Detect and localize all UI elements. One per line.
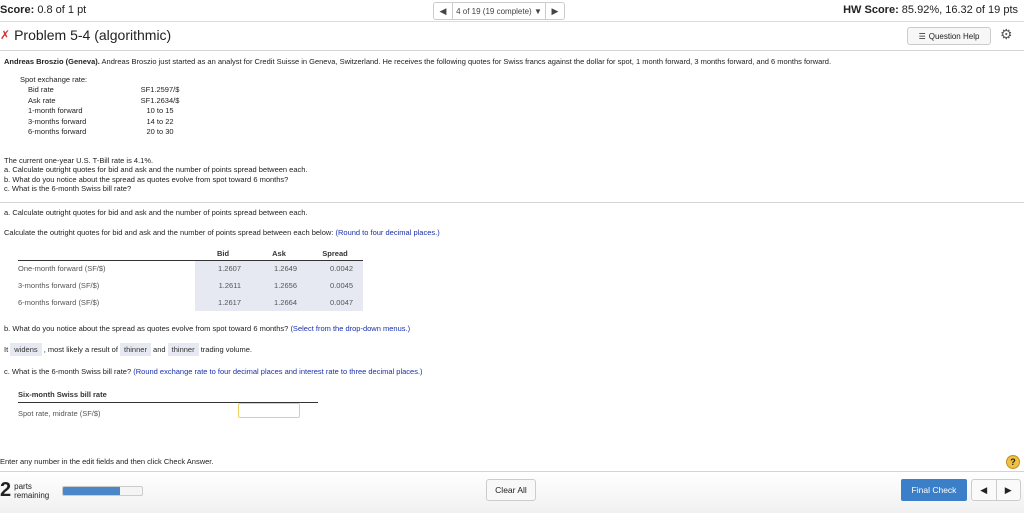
score-label: Score: [0, 4, 35, 16]
remaining-label: remaining [14, 490, 50, 500]
divider [0, 50, 1024, 51]
question-c: c. What is the 6-month Swiss bill rate? [4, 183, 132, 193]
problem-header: ✗ Problem 5-4 (algorithmic) [0, 27, 171, 43]
prev-icon[interactable]: ◀ [972, 480, 996, 500]
row-label: 6-months forward (SF/$) [18, 298, 100, 307]
quote-label: Ask rate [28, 95, 56, 105]
quote-row: Ask rate SF1.2634/$ [20, 96, 190, 106]
bid-cell[interactable]: 1.2611 [195, 277, 251, 294]
market-dropdown-2[interactable]: thinner [167, 343, 199, 356]
sentence-text: , most likely a result of [43, 345, 118, 354]
ask-cell[interactable]: 1.2664 [251, 294, 307, 311]
partial-credit-icon: ✗ [0, 28, 11, 42]
quote-row: 3-months forward 14 to 22 [20, 117, 190, 127]
table-row: One-month forward (SF/$) 1.2607 1.2649 0.00… [18, 260, 363, 277]
part-b-answer: It widens , most likely a result of thin… [4, 343, 252, 356]
progress-fill [63, 487, 120, 495]
market-dropdown-1[interactable]: thinner [120, 343, 151, 356]
bid-cell[interactable]: 1.2617 [195, 294, 251, 311]
quote-row: 6-months forward 20 to 30 [20, 127, 190, 137]
parts-remaining: 2 parts remaining [0, 479, 49, 502]
page-title: Problem 5-4 (algorithmic) [14, 27, 172, 43]
hw-score-label: HW Score: [843, 4, 899, 16]
column-header: Spread [307, 248, 363, 261]
sentence-text: trading volume. [200, 345, 252, 354]
quote-label: 6-months forward [28, 127, 87, 137]
intro-text: Andreas Broszio just started as an analy… [99, 57, 832, 66]
progress-bar [62, 486, 143, 496]
ask-cell[interactable]: 1.2656 [251, 277, 307, 294]
quote-value: SF1.2634/$ [140, 95, 180, 105]
bid-cell[interactable]: 1.2607 [195, 260, 251, 277]
part-b-question: b. What do you notice about the spread a… [4, 324, 410, 333]
sentence-text: It [4, 345, 9, 354]
question-text: c. What is the 6-month Swiss bill rate? [4, 367, 132, 376]
table-row: 3-months forward (SF/$) 1.2611 1.2656 0.004… [18, 277, 363, 294]
hw-score: HW Score: 85.92%, 16.32 of 19 pts [843, 4, 1018, 16]
quote-label: 1-month forward [28, 106, 83, 116]
gear-icon[interactable]: ⚙ [1000, 26, 1013, 43]
next-icon[interactable]: ▶ [995, 480, 1021, 500]
spread-cell[interactable]: 0.0045 [307, 277, 363, 294]
chevron-down-icon: ▼ [533, 6, 542, 16]
ask-cell[interactable]: 1.2649 [251, 260, 307, 277]
table-title: Six-month Swiss bill rate [18, 390, 318, 403]
spread-cell[interactable]: 0.0047 [307, 294, 363, 311]
quotes-heading: Spot exchange rate: [20, 75, 88, 84]
sentence-text: and [153, 345, 166, 354]
intro-name: Andreas Broszio (Geneva). [4, 57, 100, 66]
list-icon: ☰ [918, 31, 926, 41]
hint-text: (Select from the drop-down menus.) [290, 324, 411, 333]
question-navigator: ◀ 4 of 19 (19 complete) ▼ ▶ [433, 2, 565, 20]
part-c-question: c. What is the 6-month Swiss bill rate? … [4, 367, 423, 376]
quote-row: Bid rate SF1.2597/$ [20, 85, 190, 95]
question-help-button[interactable]: ☰ Question Help [907, 27, 991, 45]
hint-text: (Round to four decimal places.) [335, 228, 440, 237]
question-a: a. Calculate outright quotes for bid and… [4, 165, 308, 175]
part-a-instruction: Calculate the outright quotes for bid an… [4, 228, 440, 237]
clear-all-button[interactable]: Clear All [486, 479, 536, 501]
hint-text: (Round exchange rate to four decimal pla… [133, 367, 423, 376]
quote-row: 1-month forward 10 to 15 [20, 106, 190, 116]
quote-value: 10 to 15 [146, 106, 174, 116]
column-header: Ask [251, 248, 307, 261]
question-select[interactable]: 4 of 19 (19 complete) ▼ [452, 3, 546, 19]
column-header: Bid [195, 248, 251, 261]
table-row: 6-months forward (SF/$) 1.2617 1.2664 0.004… [18, 294, 363, 311]
tbill-text: The current one-year U.S. T-Bill rate is… [4, 156, 154, 165]
problem-questions: The current one-year U.S. T-Bill rate is… [4, 156, 308, 193]
row-label: 3-months forward (SF/$) [18, 281, 100, 290]
divider [0, 471, 1024, 472]
row-label: One-month forward (SF/$) [18, 264, 106, 274]
next-question-icon[interactable]: ▶ [546, 6, 564, 17]
part-a-heading: a. Calculate outright quotes for bid and… [4, 208, 308, 217]
quote-value: 20 to 30 [146, 127, 174, 137]
spot-midrate-input[interactable] [238, 403, 300, 418]
quotes-table: Spot exchange rate: Bid rate SF1.2597/$ A… [20, 75, 190, 137]
spread-dropdown[interactable]: widens [10, 343, 42, 356]
outright-quotes-table: Bid Ask Spread One-month forward (SF/$) 1.2… [18, 248, 363, 311]
question-b: b. What do you notice about the spread a… [4, 174, 289, 184]
final-check-button[interactable]: Final Check [901, 479, 967, 501]
problem-intro: Andreas Broszio (Geneva). Andreas Broszi… [4, 57, 831, 66]
footer-instruction: Enter any number in the edit fields and … [0, 457, 214, 466]
score-value: 0.8 of 1 pt [37, 4, 87, 16]
question-text: b. What do you notice about the spread a… [4, 324, 289, 333]
question-pager: ◀ ▶ [971, 479, 1021, 501]
quote-label: Bid rate [28, 85, 54, 95]
question-position: 4 of 19 (19 complete) [456, 6, 532, 16]
spread-cell[interactable]: 0.0042 [307, 260, 363, 277]
hw-score-value: 85.92%, 16.32 of 19 pts [901, 4, 1018, 16]
question-help-label: Question Help [928, 31, 980, 41]
score: Score: 0.8 of 1 pt [0, 4, 86, 16]
divider [0, 202, 1024, 203]
prev-question-icon[interactable]: ◀ [434, 6, 452, 17]
quote-value: 14 to 22 [146, 116, 174, 126]
instruction-text: Calculate the outright quotes for bid an… [4, 228, 334, 237]
parts-count: 2 [0, 479, 12, 501]
parts-label: parts [14, 481, 32, 491]
quote-label: 3-months forward [28, 116, 87, 126]
help-icon[interactable]: ? [1006, 455, 1020, 469]
quote-value: SF1.2597/$ [140, 85, 180, 95]
